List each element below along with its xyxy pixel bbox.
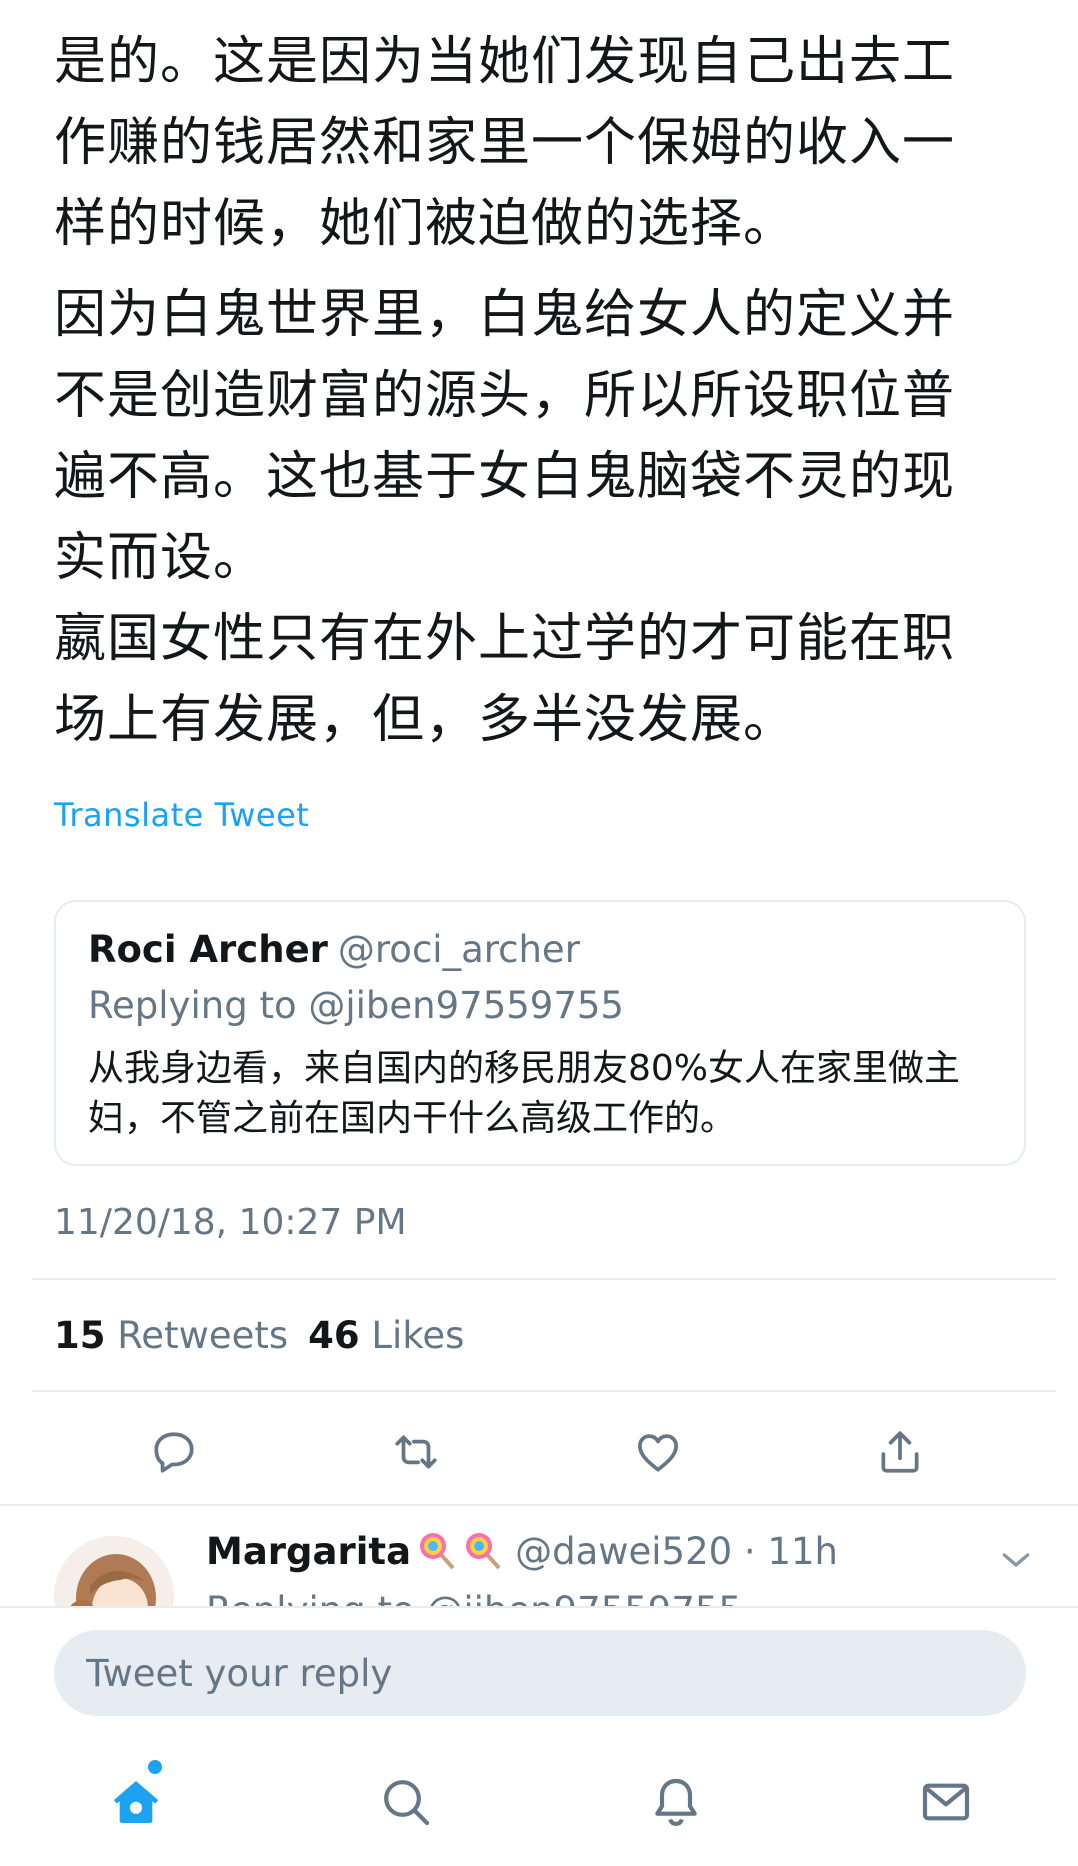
likes-count: 46: [308, 1314, 360, 1357]
reply-author-name[interactable]: Margarita: [206, 1530, 411, 1573]
reply-icon: [154, 1432, 194, 1473]
tweet-line: 是的。这是因为当她们发现自己出去工: [54, 32, 956, 92]
reply-replying-to: Replying to @jiben97559755: [206, 1586, 742, 1608]
mail-icon: [922, 1783, 970, 1821]
retweets-stat[interactable]: 15 Retweets: [54, 1314, 288, 1357]
heart-icon: [638, 1434, 678, 1472]
tweet-timestamp: 11/20/18, 10:27 PM: [54, 1202, 407, 1243]
retweets-count: 15: [54, 1314, 106, 1357]
tweet-line: 嬴国女性只有在外上过学的才可能在职: [54, 609, 956, 669]
tweet-line: 实而设。: [54, 528, 267, 588]
quoted-author-handle: @roci_archer: [337, 928, 580, 971]
tweet-line: 场上有发展，但，多半没发展。: [54, 690, 797, 750]
tweet-line: 因为白鬼世界里，白鬼给女人的定义并: [54, 285, 956, 345]
home-icon: [113, 1781, 159, 1823]
divider: [32, 1390, 1056, 1392]
reply-input[interactable]: [54, 1630, 1026, 1716]
nav-search[interactable]: [374, 1770, 438, 1834]
share-icon: [881, 1431, 919, 1473]
reply-header: Margarita @dawei520 · 11h: [206, 1530, 838, 1573]
retweet-icon: [395, 1435, 437, 1469]
nav-home[interactable]: [104, 1770, 168, 1834]
divider: [32, 1278, 1056, 1280]
reply-author-handle-time: @dawei520 · 11h: [515, 1530, 838, 1573]
nav-messages[interactable]: [914, 1770, 978, 1834]
translate-tweet-link[interactable]: Translate Tweet: [54, 796, 309, 834]
tweet-detail-screen: 是的。这是因为当她们发现自己出去工 作赚的钱居然和家里一个保姆的收入一 样的时候…: [0, 0, 1078, 1866]
retweets-label: Retweets: [117, 1314, 289, 1357]
quoted-replying-to: Replying to @jiben97559755: [88, 984, 624, 1027]
quoted-author-name: Roci Archer: [88, 928, 328, 971]
nav-notifications[interactable]: [644, 1770, 708, 1834]
quoted-tweet-header: Roci Archer @roci_archer: [88, 928, 580, 971]
like-button[interactable]: [628, 1422, 688, 1482]
bell-icon: [655, 1778, 697, 1827]
likes-label: Likes: [371, 1314, 465, 1357]
divider: [0, 1606, 1078, 1608]
likes-stat[interactable]: 46 Likes: [308, 1314, 464, 1357]
retweet-button[interactable]: [386, 1422, 446, 1482]
quoted-tweet-text: 从我身边看，来自国内的移民朋友80%女人在家里做主妇，不管之前在国内干什么高级工…: [88, 1048, 961, 1139]
search-icon: [384, 1780, 430, 1826]
chevron-down-icon[interactable]: [996, 1540, 1036, 1580]
tweet-line: 不是创造财富的源头，所以所设职位普: [54, 366, 956, 426]
divider: [0, 1504, 1078, 1506]
reply-button[interactable]: [144, 1422, 204, 1482]
tweet-text: 是的。这是因为当她们发现自己出去工 作赚的钱居然和家里一个保姆的收入一 样的时候…: [54, 22, 1044, 761]
tweet-line: 样的时候，她们被迫做的选择。: [54, 194, 797, 254]
tweet-line: 作赚的钱居然和家里一个保姆的收入一: [54, 113, 956, 173]
tweet-stats: 15 Retweets 46 Likes: [54, 1314, 464, 1357]
tweet-line: 遍不高。这也基于女白鬼脑袋不灵的现: [54, 447, 956, 507]
lollipop-emoji-icon: [420, 1533, 455, 1570]
lollipop-emoji-icon: [466, 1533, 501, 1570]
share-button[interactable]: [870, 1422, 930, 1482]
quoted-tweet-card[interactable]: Roci Archer @roci_archer Replying to @jib…: [54, 900, 1026, 1166]
